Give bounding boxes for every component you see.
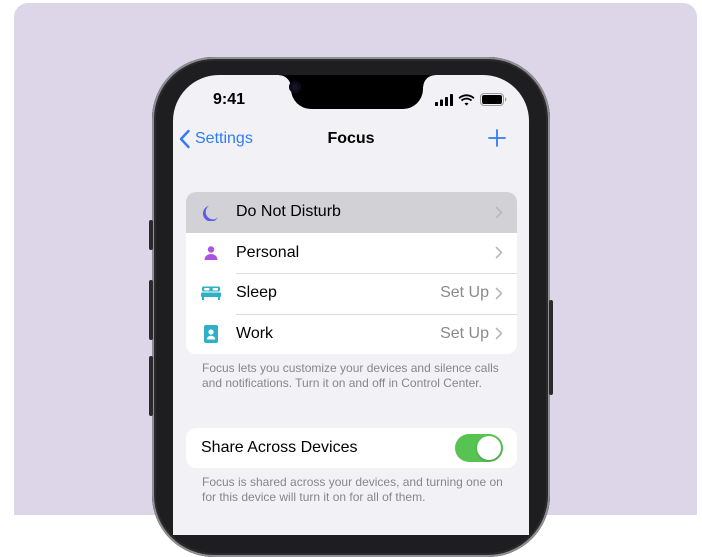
phone-volume-up (149, 280, 153, 340)
share-across-devices-label: Share Across Devices (201, 439, 358, 456)
phone-silent-switch (149, 220, 153, 250)
toggle-knob (477, 436, 501, 460)
add-focus-button[interactable] (487, 128, 507, 148)
camera-icon (289, 81, 301, 93)
page-title: Focus (327, 130, 375, 147)
navigation-bar: Settings Focus (173, 127, 529, 157)
focus-row-do-not-disturb[interactable]: Do Not Disturb (186, 192, 517, 233)
focus-row-work[interactable]: Work Set Up (186, 313, 517, 355)
work-badge-icon (204, 324, 218, 343)
focus-row-personal[interactable]: Personal (186, 233, 517, 274)
chevron-right-icon (495, 206, 503, 219)
phone-power-button (549, 300, 553, 395)
moon-icon (202, 206, 219, 222)
focus-row-value: Set Up (440, 324, 489, 342)
status-icons (435, 93, 507, 106)
share-across-devices-toggle[interactable] (455, 434, 503, 462)
cellular-signal-icon (435, 93, 453, 106)
focus-row-label: Sleep (236, 284, 277, 302)
chevron-right-icon (495, 327, 503, 340)
person-icon (204, 246, 218, 260)
phone-screen: 9:41 Settings Focus Do Not Disturb Perso… (173, 75, 529, 535)
focus-list: Do Not Disturb Personal Sleep Set Up Wor… (186, 192, 517, 354)
share-group: Share Across Devices (186, 428, 517, 468)
chevron-right-icon (495, 246, 503, 259)
share-footnote: Focus is shared across your devices, and… (202, 475, 503, 504)
phone-volume-down (149, 356, 153, 416)
status-time: 9:41 (213, 91, 246, 108)
share-across-devices-row: Share Across Devices (186, 428, 517, 468)
focus-footnote: Focus lets you customize your devices an… (202, 361, 499, 390)
focus-row-label: Work (236, 324, 274, 342)
notch (279, 75, 435, 109)
focus-row-value: Set Up (440, 284, 489, 302)
focus-row-label: Do Not Disturb (236, 203, 341, 221)
focus-row-sleep[interactable]: Sleep Set Up (186, 273, 517, 314)
chevron-right-icon (495, 287, 503, 300)
wifi-icon (458, 93, 475, 106)
bed-icon (201, 286, 221, 301)
battery-icon (480, 93, 507, 106)
focus-row-label: Personal (236, 243, 300, 261)
